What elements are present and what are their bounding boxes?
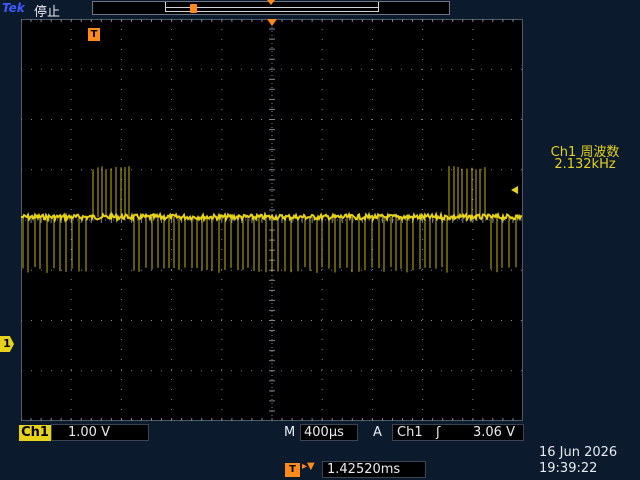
trigger-position-icon: T	[88, 28, 100, 41]
timebase-label: M	[284, 425, 296, 440]
trigger-arrow-icon	[267, 19, 277, 26]
date-display: 16 Jun 2026	[539, 445, 618, 460]
rising-edge-icon: ʃ	[436, 425, 441, 440]
record-trigger-marker	[190, 4, 197, 13]
measurement-value: 2.132kHz	[554, 157, 616, 172]
channel1-scale: 1.00 V	[68, 425, 110, 440]
trigger-position-arrow-icon: ▸▼	[302, 461, 315, 472]
trigger-mode: A	[373, 425, 382, 440]
trigger-source[interactable]: Ch1	[397, 425, 423, 440]
brand-logo: Tek	[2, 1, 25, 15]
record-position-arrow-icon	[267, 0, 275, 5]
waveform-graticule	[21, 19, 523, 421]
acquisition-status: 停止	[34, 5, 61, 20]
timebase-value[interactable]: 400µs	[304, 425, 344, 440]
trigger-position-value[interactable]: 1.42520ms	[327, 462, 400, 477]
trigger-position-badge: T	[285, 463, 300, 477]
channel1-ground-marker[interactable]: 1	[0, 336, 14, 352]
channel1-tag[interactable]: Ch1	[19, 425, 51, 441]
trigger-level-arrow-icon	[511, 186, 518, 194]
trigger-level[interactable]: 3.06 V	[473, 425, 515, 440]
time-display: 19:39:22	[539, 461, 598, 476]
